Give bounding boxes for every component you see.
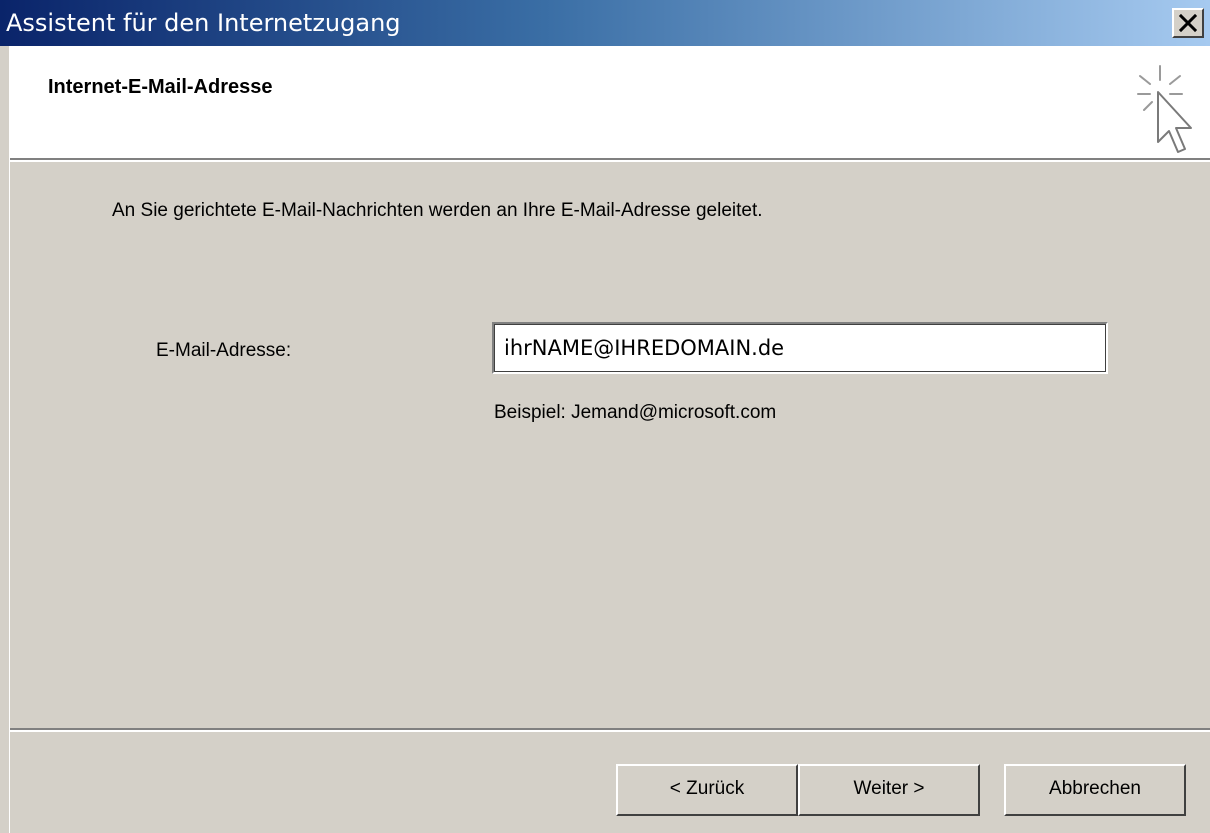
footer-divider — [10, 728, 1210, 732]
header-divider — [10, 158, 1210, 162]
close-icon — [1179, 14, 1197, 32]
wizard-header: Internet-E-Mail-Adresse — [10, 46, 1210, 158]
wizard-cursor-icon — [1137, 65, 1192, 153]
cancel-button[interactable]: Abbrechen — [1004, 764, 1186, 816]
page-title: Internet-E-Mail-Adresse — [48, 76, 273, 98]
window-title: Assistent für den Internetzugang — [6, 9, 401, 37]
email-field[interactable] — [492, 322, 1108, 374]
email-label: E-Mail-Adresse: — [156, 340, 292, 361]
next-button[interactable]: Weiter > — [798, 764, 980, 816]
back-button[interactable]: < Zurück — [616, 764, 798, 816]
wizard-window: Assistent für den Internetzugang Interne… — [0, 0, 1210, 833]
window-left-edge — [0, 46, 10, 833]
intro-text: An Sie gerichtete E-Mail-Nachrichten wer… — [112, 200, 763, 221]
email-example-hint: Beispiel: Jemand@microsoft.com — [494, 402, 777, 423]
close-button[interactable] — [1172, 8, 1204, 38]
title-bar[interactable]: Assistent für den Internetzugang — [0, 0, 1210, 46]
